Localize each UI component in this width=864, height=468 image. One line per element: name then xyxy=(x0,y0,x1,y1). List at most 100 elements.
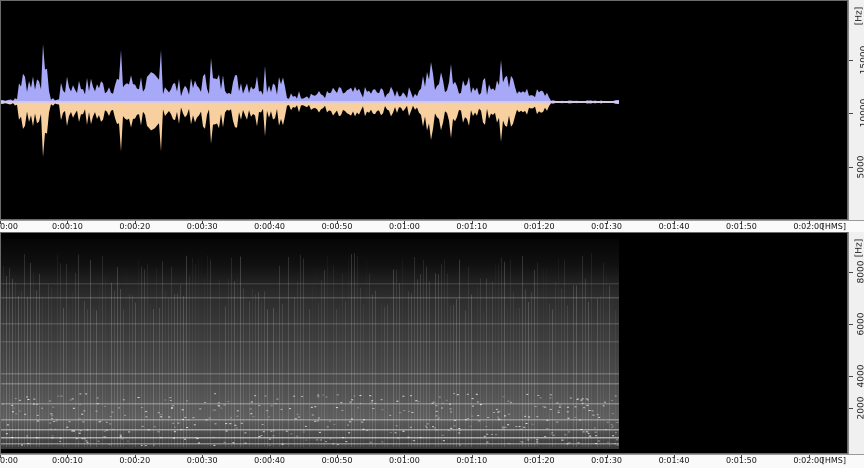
spectrogram-speckle xyxy=(611,425,614,427)
waveform-time-ruler[interactable]: [HMS] 0:00 0:00:10 0:00:20 0:00:30 0:00:40 0:… xyxy=(0,220,864,232)
spectrogram-speckle xyxy=(119,436,122,438)
spectrogram-streak xyxy=(423,259,424,447)
spectrogram-streak xyxy=(96,310,97,447)
spectrogram-speckle xyxy=(5,433,8,435)
spectrogram-speckle xyxy=(315,439,318,441)
spectrogram-speckle xyxy=(371,400,374,402)
spectrogram-speckle xyxy=(497,416,499,418)
spectrogram-streak xyxy=(414,257,415,447)
spectrogram-speckle xyxy=(72,407,75,409)
spectrogram-speckle xyxy=(53,421,56,422)
spectrogram-streak xyxy=(165,291,166,447)
spectrogram-streak xyxy=(435,273,436,447)
waveform-canvas[interactable] xyxy=(1,1,848,220)
spectrogram-speckle xyxy=(459,429,462,431)
spectrogram-speckle xyxy=(244,442,247,444)
spectrogram-streak xyxy=(591,253,592,447)
spectrogram-streak xyxy=(6,276,7,447)
spectrogram-speckle xyxy=(50,428,53,430)
spectrogram-streak xyxy=(351,253,352,447)
spectrogram-speckle xyxy=(35,437,38,439)
spectrogram-speckle xyxy=(411,412,414,413)
spectrogram-streak xyxy=(615,310,616,447)
spectrogram-speckle xyxy=(606,421,609,423)
spectrogram-speckle xyxy=(403,410,406,412)
spectrogram-streak xyxy=(603,262,604,447)
spectrogram-streak xyxy=(459,259,460,447)
spectrogram-streak xyxy=(99,283,100,447)
spectrogram-speckle xyxy=(103,436,106,438)
spectrogram-speckle xyxy=(585,431,588,433)
spectrogram-speckle xyxy=(157,412,160,414)
spectrogram-speckle xyxy=(531,423,534,425)
spectrogram-streak xyxy=(588,301,589,447)
spectrogram-speckle xyxy=(374,403,377,404)
spectrogram-streak xyxy=(264,291,265,447)
spectrogram-speckle xyxy=(493,412,496,413)
spectrogram-streak xyxy=(42,296,43,447)
spectrogram-speckle xyxy=(227,401,230,403)
spectrogram-speckle xyxy=(96,403,99,405)
spectrogram-canvas[interactable] xyxy=(1,233,848,454)
spectrogram-streak xyxy=(303,258,304,447)
spectrogram-streak xyxy=(135,302,136,447)
spectrogram-speckle xyxy=(267,416,270,418)
spectrogram-streak xyxy=(36,290,37,447)
spectrogram-streak xyxy=(246,296,247,447)
spectrogram-time-label: 0:01:40 xyxy=(658,456,690,465)
spectrogram-speckle xyxy=(342,437,345,439)
spectrogram-streak xyxy=(69,306,70,447)
waveform-time-label: 0:00 xyxy=(0,222,18,231)
waveform-frequency-tick xyxy=(849,113,853,114)
spectrogram-streak xyxy=(210,259,211,447)
spectrogram-streak xyxy=(375,290,376,447)
spectrogram-speckle xyxy=(254,395,257,397)
spectrogram-speckle xyxy=(71,398,74,400)
spectrogram-streak xyxy=(474,268,475,447)
spectrogram-speckle xyxy=(566,406,569,408)
spectrogram-streak xyxy=(204,278,205,447)
spectrogram-speckle xyxy=(6,424,9,426)
spectrogram-streak xyxy=(357,255,358,447)
spectrogram-speckle xyxy=(296,413,299,415)
spectrogram-speckle xyxy=(442,402,445,404)
spectrogram-streak xyxy=(477,286,478,447)
waveform-time-label: 0:00:40 xyxy=(254,222,286,231)
spectrogram-speckle xyxy=(21,444,23,446)
spectrogram-pane[interactable]: [Hz] 8000 6000 4000 2000 [HMS] 0:00 0:00:10 0… xyxy=(0,232,864,468)
spectrogram-speckle xyxy=(363,419,365,421)
spectrogram-streak xyxy=(216,284,217,447)
spectrogram-speckle xyxy=(244,432,247,434)
spectrogram-speckle xyxy=(459,444,462,446)
spectrogram-speckle xyxy=(96,397,99,399)
waveform-time-unit: [HMS] xyxy=(821,222,846,231)
spectrogram-streak xyxy=(222,285,223,447)
spectrogram-streak xyxy=(585,278,586,447)
waveform-time-label: 0:01:40 xyxy=(658,222,690,231)
spectrogram-speckle xyxy=(594,431,597,433)
spectrogram-streak xyxy=(258,292,259,447)
spectrogram-speckle xyxy=(105,429,108,431)
spectrogram-speckle xyxy=(588,410,591,411)
spectrogram-time-ruler[interactable]: [HMS] 0:00 0:00:10 0:00:20 0:00:30 0:00:40 0:… xyxy=(0,454,864,468)
spectrogram-speckle xyxy=(66,426,69,428)
spectrogram-speckle xyxy=(449,408,452,410)
spectrogram-streak xyxy=(147,263,148,447)
spectrogram-streak xyxy=(231,257,232,447)
waveform-pane[interactable]: [Hz] 15000 10000 5000 [HMS] 0:00 0:00:10 0:0… xyxy=(0,0,864,232)
spectrogram-speckle xyxy=(229,423,232,425)
spectrogram-streak xyxy=(324,270,325,447)
spectrogram-speckle xyxy=(325,396,328,398)
spectrogram-speckle xyxy=(347,424,349,426)
spectrogram-streak xyxy=(489,282,490,447)
spectrogram-streak xyxy=(282,304,283,447)
spectrogram-streak xyxy=(480,278,481,447)
spectrogram-speckle xyxy=(550,433,553,435)
spectrogram-speckle xyxy=(10,437,13,438)
spectrogram-speckle xyxy=(99,420,102,422)
spectrogram-speckle xyxy=(426,427,428,429)
waveform-plot[interactable] xyxy=(0,0,848,220)
spectrogram-speckle xyxy=(82,421,85,423)
spectrogram-speckle xyxy=(453,425,456,427)
spectrogram-plot[interactable] xyxy=(0,232,848,454)
